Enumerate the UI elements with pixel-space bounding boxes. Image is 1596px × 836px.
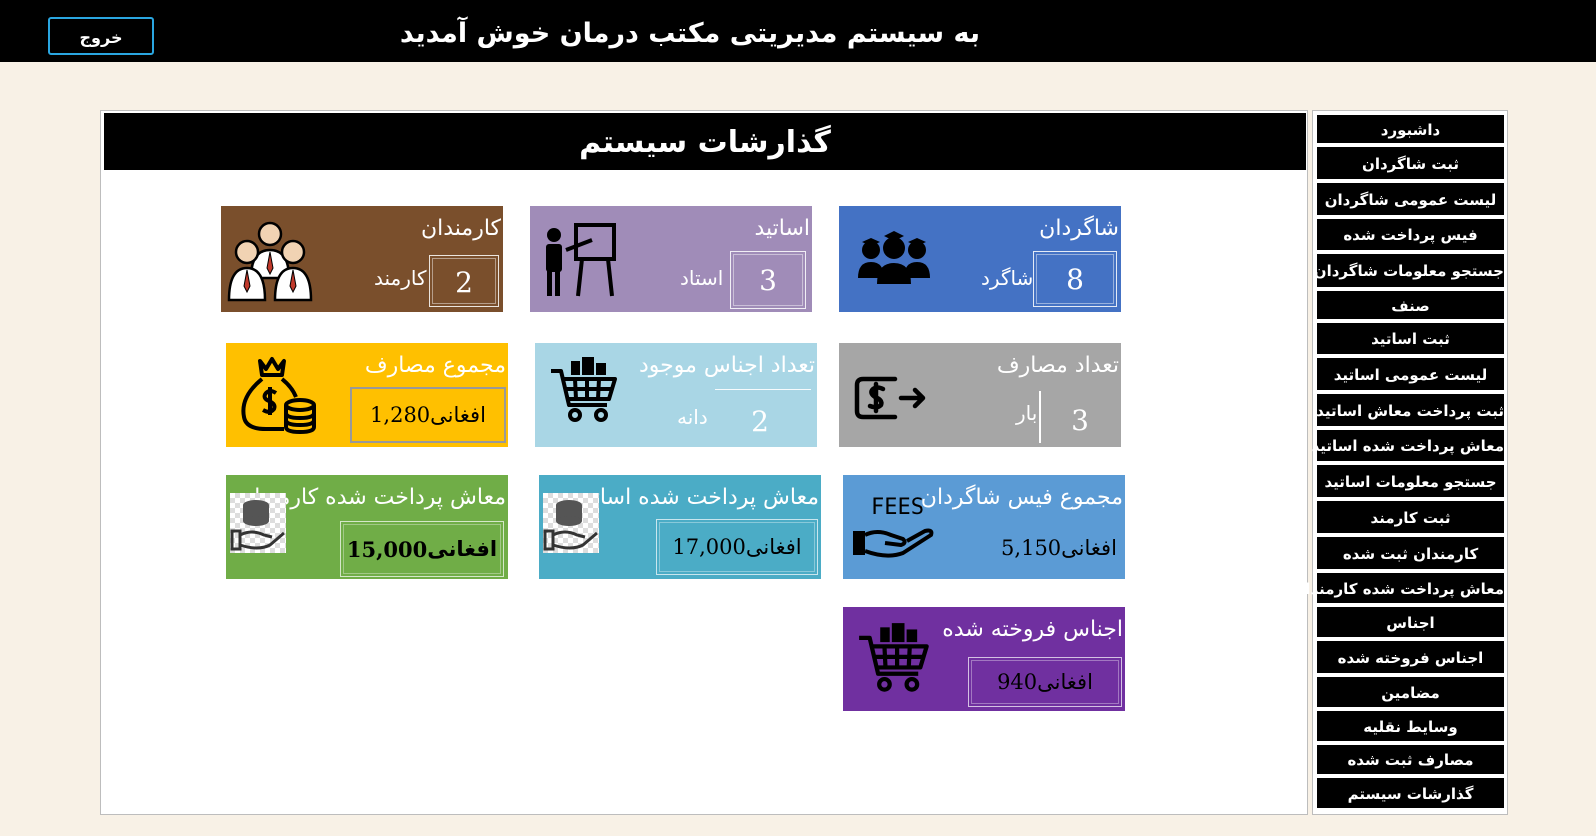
amount-value: 5,150 — [1001, 536, 1062, 560]
welcome-title: به سیستم مدیریتی مکتب درمان خوش آمدید — [399, 18, 980, 49]
currency-label: افغانی — [1037, 670, 1093, 694]
sidebar-item[interactable]: ثبت پرداخت معاش اساتید — [1316, 393, 1505, 427]
tile-title: شاگردان — [1039, 216, 1119, 241]
expense-count-tile: تعداد مصارف 3 بار — [839, 343, 1121, 447]
tile-title: معاش پرداخت شده اساتید — [575, 485, 819, 510]
currency-label: افغانی — [427, 537, 498, 561]
sidebar-item[interactable]: ثبت اساتید — [1316, 322, 1505, 355]
sidebar-item[interactable]: مضامین — [1316, 676, 1505, 708]
fees-total-box: 5,150 افغانی — [993, 525, 1125, 571]
teachers-count: 3 — [730, 251, 806, 309]
teacher-salary-box: 17,000 افغانی — [656, 519, 818, 575]
employee-salary-tile: معاش پرداخت شده کارمندان 15,000 افغانی — [226, 475, 508, 579]
fees-total-tile: مجموع فیس شاگردان 5,150 افغانی FEES — [843, 475, 1125, 579]
tile-title: کارمندان — [420, 216, 501, 241]
students-count: 8 — [1033, 251, 1117, 307]
sidebar-item[interactable]: مصارف ثبت شده — [1316, 744, 1505, 775]
unit-label: بار — [1016, 401, 1038, 425]
fees-hand-icon: FEES — [851, 495, 934, 559]
amount-value: 17,000 — [672, 535, 746, 559]
money-bag-icon — [241, 357, 316, 434]
shopping-cart-icon — [551, 357, 617, 422]
students-group-icon — [858, 231, 930, 284]
sidebar-item[interactable]: جستجو معلومات شاگردان — [1314, 253, 1505, 288]
sidebar-item[interactable]: داشبورد — [1316, 114, 1505, 144]
sidebar-item[interactable]: معاش پرداخت شده اساتید — [1312, 429, 1505, 462]
sidebar-item[interactable]: لیست عمومی اساتید — [1316, 357, 1505, 391]
unit-label: دانه — [677, 405, 708, 429]
employees-icon — [227, 221, 313, 302]
sidebar-item[interactable]: معاش پرداخت شده کارمندان — [1292, 572, 1505, 604]
expense-total-tile: مجموع مصارف 1,280 افغانی — [226, 343, 508, 447]
sidebar-item[interactable]: اجناس — [1316, 606, 1505, 638]
students-tile: شاگردان 8 شاگرد — [839, 206, 1121, 312]
divider-line — [715, 389, 811, 390]
sidebar-item[interactable]: ثبت شاگردان — [1316, 146, 1505, 180]
coins-hand-icon — [543, 493, 599, 553]
tile-title: اجناس فروخته شده — [942, 617, 1123, 642]
amount-value: 15,000 — [346, 536, 428, 562]
sidebar-item[interactable]: جستجو معلومات اساتید — [1316, 464, 1505, 498]
currency-label: افغانی — [1061, 536, 1117, 560]
teachers-tile: اساتید 3 استاد — [530, 206, 812, 312]
currency-label: افغانی — [745, 535, 802, 559]
amount-value: 1,280 — [370, 403, 431, 427]
sidebar-item[interactable]: کارمندان ثبت شده — [1316, 536, 1505, 570]
dollar-out-icon — [854, 376, 926, 420]
tile-title: مجموع مصارف — [364, 353, 506, 378]
stock-count-value: 2 — [751, 405, 769, 438]
fees-icon-text: FEES — [871, 495, 924, 520]
expense-count-value: 3 — [1039, 391, 1119, 443]
expense-total-box: 1,280 افغانی — [350, 387, 506, 443]
panel-title: گذارشات سیستم — [104, 113, 1306, 170]
sidebar-item[interactable]: ثبت کارمند — [1316, 500, 1505, 534]
employees-tile: کارمندان 2 کارمند — [221, 206, 503, 312]
unit-label: کارمند — [374, 266, 427, 290]
tile-title: مجموع فیس شاگردان — [920, 485, 1123, 510]
sidebar-item[interactable]: اجناس فروخته شده — [1316, 640, 1505, 674]
sidebar-item[interactable]: وسایط نقلیه — [1316, 710, 1505, 742]
tile-title: تعداد اجناس موجود — [639, 353, 815, 378]
sidebar-item[interactable]: صنف — [1316, 290, 1505, 320]
unit-label: شاگرد — [981, 266, 1034, 290]
unit-label: استاد — [680, 266, 724, 290]
teacher-salary-tile: معاش پرداخت شده اساتید 17,000 افغانی — [539, 475, 821, 579]
tile-title: تعداد مصارف — [996, 353, 1119, 378]
amount-value: 940 — [997, 670, 1038, 694]
teacher-board-icon — [546, 223, 616, 297]
sidebar-item[interactable]: فیس پرداخت شده — [1316, 218, 1505, 251]
employee-salary-box: 15,000 افغانی — [340, 521, 504, 577]
exit-button[interactable]: خروج — [48, 17, 154, 55]
sidebar-item[interactable]: لیست عمومی شاگردان — [1316, 182, 1505, 216]
sold-goods-tile: اجناس فروخته شده 940 افغانی — [843, 607, 1125, 711]
sold-goods-box: 940 افغانی — [968, 657, 1122, 707]
employees-count: 2 — [429, 255, 499, 307]
tile-title: اساتید — [754, 216, 810, 241]
shopping-cart-icon — [859, 623, 929, 692]
sidebar-item[interactable]: گذارشات سیستم — [1316, 777, 1505, 809]
coins-hand-icon — [230, 493, 286, 553]
currency-label: افغانی — [430, 403, 486, 427]
stock-count-tile: تعداد اجناس موجود 2 دانه — [535, 343, 817, 447]
